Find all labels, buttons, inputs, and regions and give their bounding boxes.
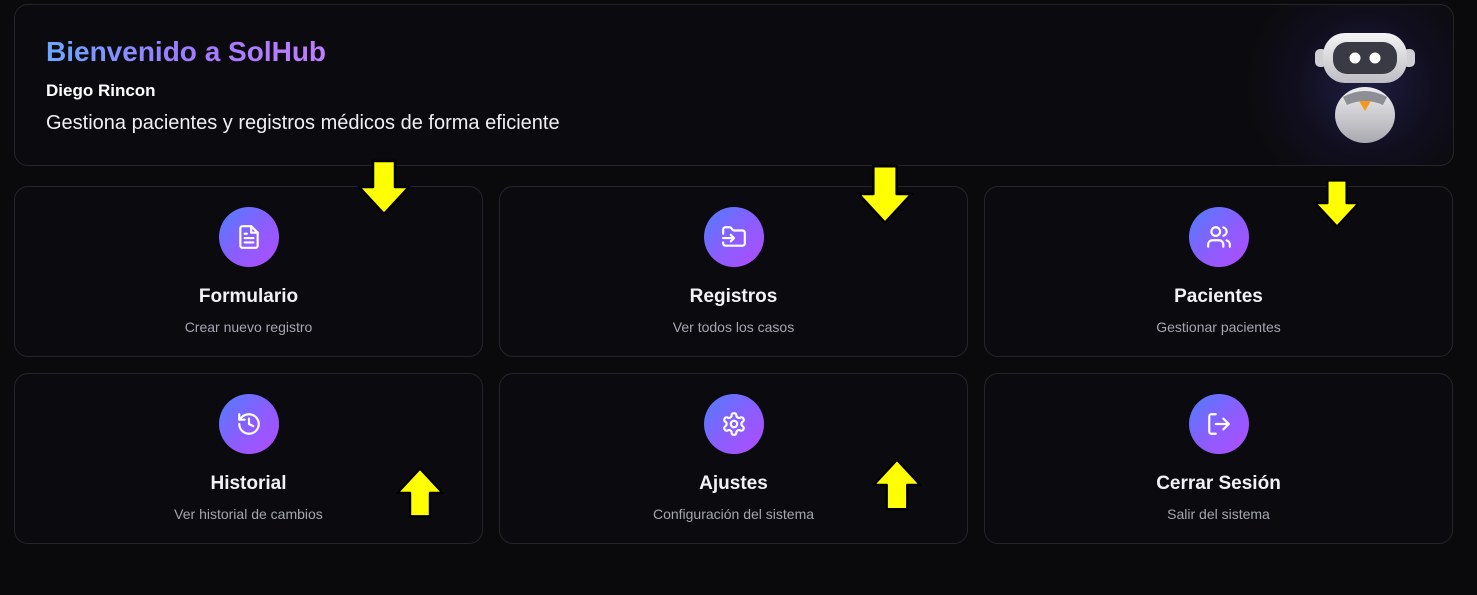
card-title: Registros — [689, 286, 778, 307]
welcome-card: Bienvenido a SolHub Diego Rincon Gestion… — [14, 4, 1454, 166]
card-subtitle: Salir del sistema — [1167, 506, 1270, 522]
card-subtitle: Ver todos los casos — [672, 319, 795, 335]
arrow-down-icon — [1314, 179, 1360, 228]
user-name: Diego Rincon — [46, 81, 156, 100]
page-title: Bienvenido a SolHub — [46, 36, 327, 67]
gear-icon — [703, 394, 764, 454]
card-title: Formulario — [198, 286, 299, 307]
folder-input-icon — [703, 207, 764, 267]
card-title: Pacientes — [1174, 286, 1263, 307]
card-pacientes[interactable]: Pacientes Gestionar pacientes — [984, 186, 1453, 357]
dashboard-page: Bienvenido a SolHub Diego Rincon Gestion… — [0, 0, 1477, 595]
history-icon — [218, 394, 279, 454]
document-icon — [218, 207, 279, 267]
robot-icon — [1315, 33, 1415, 143]
card-cerrar-sesion[interactable]: Cerrar Sesión Salir del sistema — [984, 373, 1453, 544]
logout-icon — [1188, 394, 1249, 454]
arrow-up-icon — [396, 467, 444, 518]
arrow-down-icon — [857, 164, 913, 225]
welcome-description: Gestiona pacientes y registros médicos d… — [46, 112, 560, 134]
card-title: Cerrar Sesión — [1156, 473, 1281, 494]
card-subtitle: Crear nuevo registro — [184, 319, 313, 335]
arrow-down-icon — [357, 159, 411, 216]
users-icon — [1188, 207, 1249, 267]
arrow-up-icon — [872, 458, 922, 511]
card-subtitle: Gestionar pacientes — [1156, 319, 1281, 335]
